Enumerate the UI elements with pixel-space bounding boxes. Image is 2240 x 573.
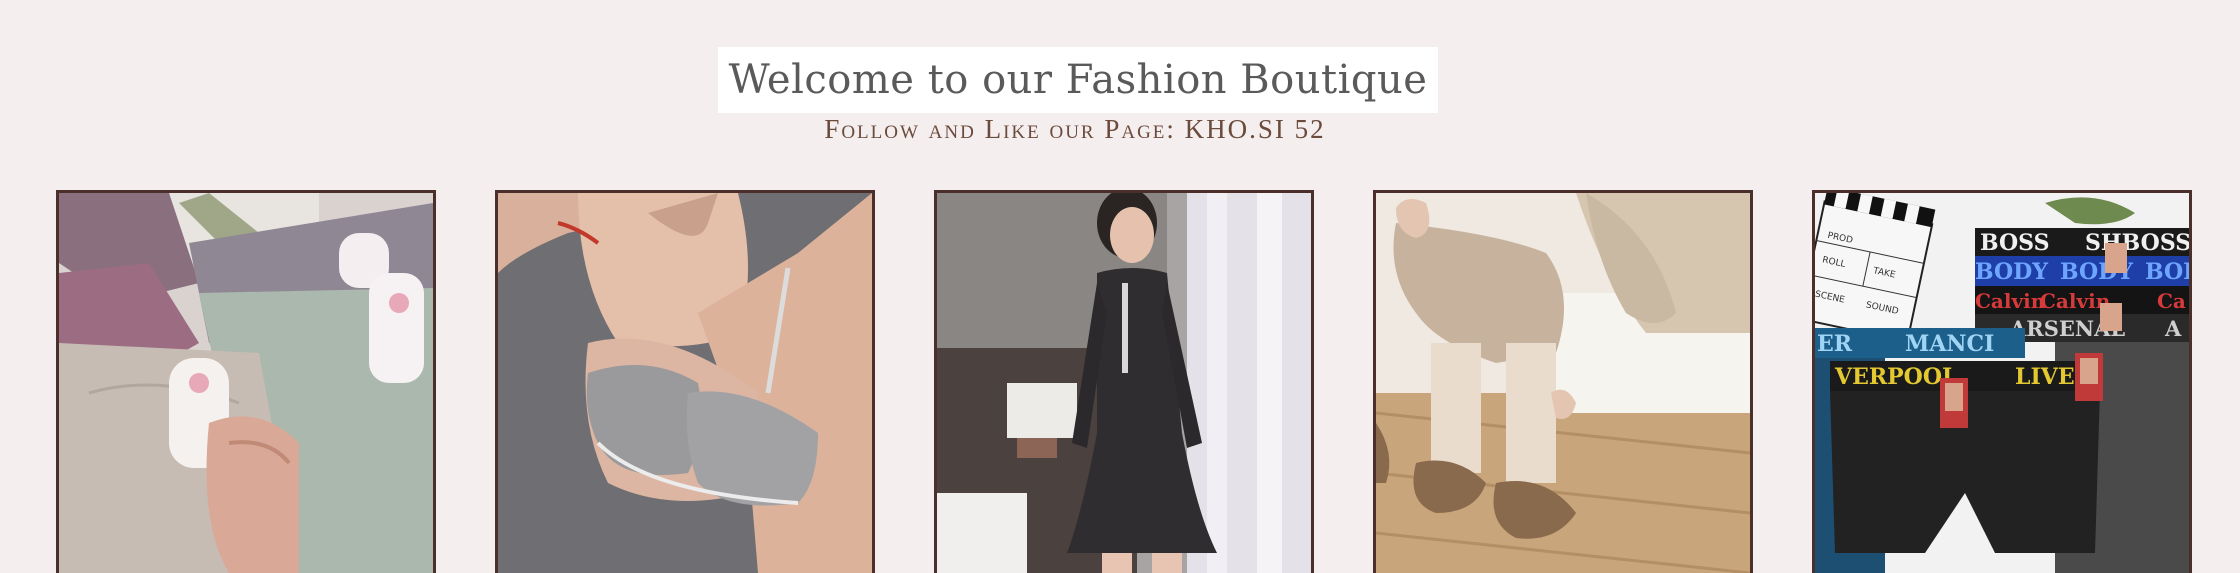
waistband-a: A: [2164, 316, 2182, 341]
dress-image: [937, 193, 1311, 573]
title-box: Welcome to our Fashion Boutique: [718, 47, 1438, 113]
page-header: Welcome to our Fashion Boutique Follow a…: [0, 0, 2240, 170]
boxers-image: PROD ROLL TAKE SCENE SOUND BOSS SHBOSS B…: [1815, 193, 2189, 573]
page-title: Welcome to our Fashion Boutique: [728, 57, 1428, 103]
product-gallery: PROD ROLL TAKE SCENE SOUND BOSS SHBOSS B…: [0, 190, 2240, 573]
waistband-calvin-1: Calvin: [1975, 289, 2046, 313]
product-card-dress[interactable]: [934, 190, 1314, 573]
waistband-body-1: BODY: [1975, 259, 2048, 285]
waistband-ca: Ca: [2157, 289, 2186, 313]
product-card-socks[interactable]: [1373, 190, 1753, 573]
waistband-verpool: VERPOOL: [1834, 364, 1957, 390]
waistband-manci: MANCI: [1905, 331, 1994, 357]
product-card-boxers[interactable]: PROD ROLL TAKE SCENE SOUND BOSS SHBOSS B…: [1812, 190, 2192, 573]
waistband-live: LIVE: [2015, 364, 2075, 390]
waistband-shboss: SHBOSS: [2085, 230, 2189, 256]
panties-image: [59, 193, 433, 573]
product-card-bra[interactable]: [495, 190, 875, 573]
product-card-panties[interactable]: [56, 190, 436, 573]
page-subtitle: Follow and Like our Page: KHO.SI 52: [824, 114, 1326, 144]
waistband-body-3: BODY: [2145, 259, 2189, 285]
bra-image: [498, 193, 872, 573]
socks-image: [1376, 193, 1750, 573]
waistband-boss: BOSS: [1980, 230, 2049, 256]
waistband-er: ER: [1817, 331, 1853, 357]
